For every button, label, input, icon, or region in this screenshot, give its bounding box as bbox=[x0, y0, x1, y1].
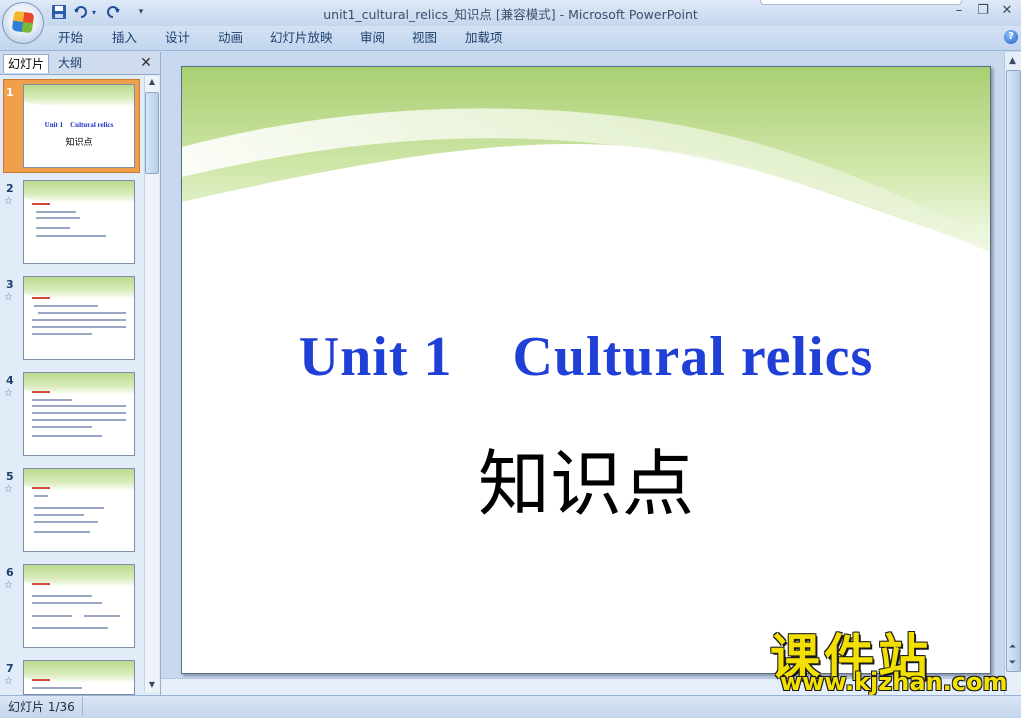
thumb-number: 3 bbox=[6, 278, 14, 291]
slide-thumbnail[interactable] bbox=[23, 468, 135, 552]
thumb-number: 4 bbox=[6, 374, 14, 387]
slide-thumbnail[interactable] bbox=[23, 276, 135, 360]
thumb-subtitle: 知识点 bbox=[65, 138, 93, 148]
slide-title[interactable]: Unit 1 Cultural relics bbox=[182, 325, 990, 389]
watermark-url: www.kjzhan.com bbox=[780, 668, 1008, 696]
restore-button[interactable]: ❐ bbox=[972, 2, 994, 20]
tab-slides[interactable]: 幻灯片 bbox=[3, 54, 50, 73]
scroll-up-icon[interactable]: ▲ bbox=[1005, 54, 1020, 68]
thumb-number: 1 bbox=[6, 86, 14, 99]
status-bar bbox=[0, 695, 1021, 718]
pane-close-icon[interactable]: ✕ bbox=[138, 55, 154, 71]
slide-thumbnail[interactable] bbox=[23, 564, 135, 648]
slide-thumbnail[interactable] bbox=[23, 372, 135, 456]
thumb-number: 2 bbox=[6, 182, 14, 195]
tab-animations[interactable]: 动画 bbox=[218, 30, 243, 46]
wave-background bbox=[182, 67, 990, 267]
slide-thumbnail[interactable]: Unit 1 Cultural relics 知识点 bbox=[23, 84, 135, 168]
thumb-number: 5 bbox=[6, 470, 14, 483]
office-logo-icon bbox=[11, 10, 35, 34]
tab-design[interactable]: 设计 bbox=[165, 30, 190, 46]
thumb-number: 6 bbox=[6, 566, 14, 579]
title-dropdown-strip bbox=[760, 0, 962, 5]
thumb-title: Unit 1 Cultural relics bbox=[44, 121, 114, 129]
window-title: unit1_cultural_relics_知识点 [兼容模式] - Micro… bbox=[323, 7, 698, 22]
tab-outline[interactable]: 大纲 bbox=[54, 54, 86, 72]
tab-addins[interactable]: 加载项 bbox=[465, 30, 503, 46]
ribbon-tab-bar bbox=[0, 26, 1021, 51]
animation-star-icon: ☆ bbox=[4, 388, 13, 399]
status-divider bbox=[82, 697, 83, 715]
tab-review[interactable]: 审阅 bbox=[360, 30, 385, 46]
slide-canvas[interactable]: Unit 1 Cultural relics 知识点 bbox=[181, 66, 991, 674]
tab-slideshow[interactable]: 幻灯片放映 bbox=[270, 30, 333, 46]
animation-star-icon: ☆ bbox=[4, 676, 13, 687]
office-button[interactable] bbox=[2, 2, 44, 44]
pane-scroll-thumb[interactable] bbox=[145, 92, 159, 174]
animation-star-icon: ☆ bbox=[4, 292, 13, 303]
vertical-scroll-thumb[interactable] bbox=[1006, 70, 1021, 672]
slide-thumbnail[interactable] bbox=[23, 180, 135, 264]
animation-star-icon: ☆ bbox=[4, 580, 13, 591]
scroll-down-icon[interactable]: ▼ bbox=[146, 680, 158, 692]
tab-insert[interactable]: 插入 bbox=[112, 30, 137, 46]
slide-thumbnail[interactable] bbox=[23, 660, 135, 695]
scroll-up-icon[interactable]: ▲ bbox=[146, 77, 158, 89]
tab-home[interactable]: 开始 bbox=[58, 30, 83, 46]
close-button[interactable]: ✕ bbox=[996, 2, 1018, 20]
tab-view[interactable]: 视图 bbox=[412, 30, 437, 46]
slide-counter: 幻灯片 1/36 bbox=[8, 700, 75, 714]
minimize-button[interactable]: – bbox=[948, 2, 970, 20]
slide-subtitle[interactable]: 知识点 bbox=[182, 425, 990, 530]
help-icon[interactable]: ? bbox=[1004, 30, 1018, 44]
thumb-number: 7 bbox=[6, 662, 14, 675]
animation-star-icon: ☆ bbox=[4, 484, 13, 495]
animation-star-icon: ☆ bbox=[4, 196, 13, 207]
